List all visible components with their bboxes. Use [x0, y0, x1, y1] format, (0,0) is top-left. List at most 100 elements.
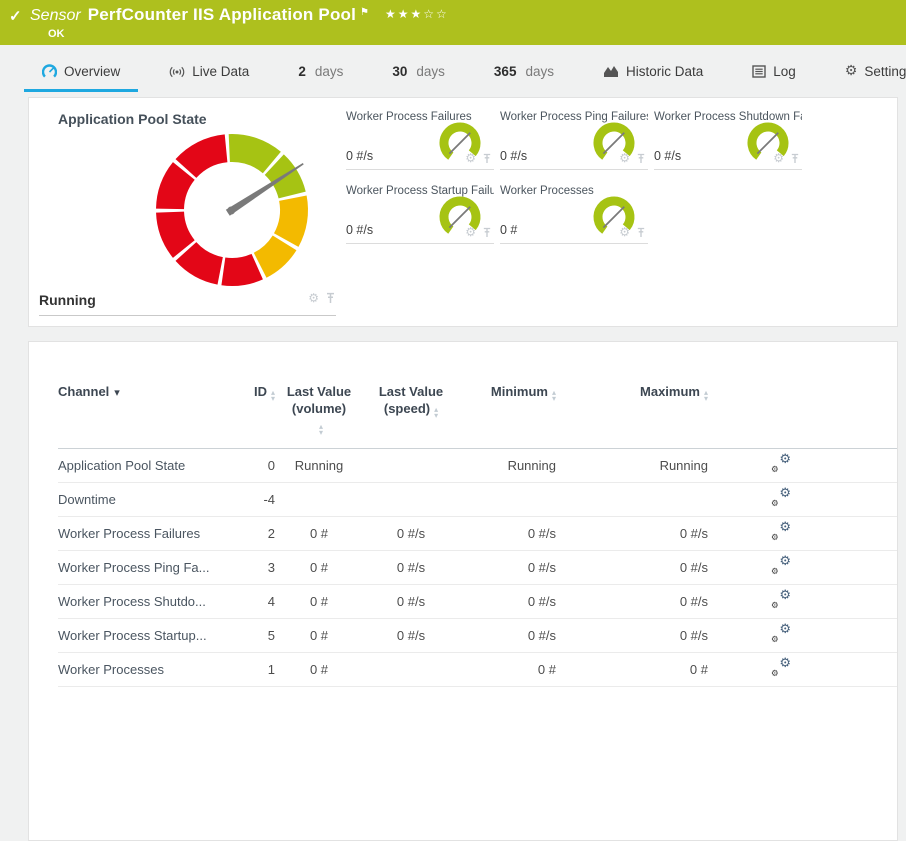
priority-flag-icon[interactable]: ⚑	[360, 7, 369, 18]
cell-channel[interactable]: Worker Process Shutdo...	[58, 594, 239, 609]
channel-last-value: 0 #	[500, 223, 517, 237]
gear-icon[interactable]: ⚙	[773, 152, 784, 164]
col-header-channel[interactable]: Channel▾	[58, 383, 239, 401]
cell-last-value-volume: 0 #	[275, 628, 363, 643]
gear-icon[interactable]: ⚙	[465, 226, 476, 238]
pin-icon[interactable]	[482, 227, 492, 238]
gear-icon[interactable]: ⚙	[308, 292, 319, 304]
gear-icon[interactable]: ⚙	[619, 152, 630, 164]
gear-icon: ⚙	[845, 64, 858, 78]
channel-gauge-tile[interactable]: Worker Process Shutdown Fa... 0 #/s ⚙	[654, 111, 802, 170]
edit-channel-settings-icon[interactable]: ⚙ ⚙	[770, 660, 791, 677]
tab-overview[interactable]: Overview	[24, 45, 138, 97]
tab-365-days[interactable]: 365 days	[476, 45, 572, 97]
sensor-title: PerfCounter IIS Application Pool	[88, 5, 356, 24]
pin-icon[interactable]	[636, 153, 646, 164]
overview-gauges-panel: Application Pool State ⚙ Running Worker …	[28, 97, 898, 327]
col-header-last-value-speed[interactable]: Last Value (speed)▴▾	[363, 383, 459, 419]
log-list-icon	[752, 65, 766, 78]
channel-gauge-tile[interactable]: Worker Process Startup Failu... 0 #/s ⚙	[346, 185, 494, 244]
channel-last-value: 0 #/s	[654, 149, 681, 163]
sensor-kind-label: Sensor	[30, 7, 81, 24]
cell-last-value-volume: Running	[275, 458, 363, 473]
edit-channel-settings-icon[interactable]: ⚙ ⚙	[770, 490, 791, 507]
edit-channel-settings-icon[interactable]: ⚙ ⚙	[770, 626, 791, 643]
application-pool-state-gauge	[152, 130, 312, 290]
channel-gauge-tiles: Worker Process Failures 0 #/s ⚙ Worker P…	[336, 98, 897, 326]
pin-icon[interactable]	[482, 153, 492, 164]
pin-icon[interactable]	[325, 292, 336, 304]
table-row[interactable]: Worker Process Failures 2 0 # 0 #/s 0 #/…	[58, 517, 897, 551]
table-row[interactable]: Application Pool State 0 Running Running…	[58, 449, 897, 483]
table-row[interactable]: Worker Processes 1 0 # 0 # 0 # ⚙ ⚙	[58, 653, 897, 687]
cell-channel[interactable]: Downtime	[58, 492, 239, 507]
col-header-id[interactable]: ID▴▾	[239, 383, 275, 402]
gauge-icon	[42, 64, 57, 79]
sort-desc-icon[interactable]: ▾	[114, 386, 120, 399]
table-body: Application Pool State 0 Running Running…	[58, 449, 897, 687]
cell-channel[interactable]: Worker Process Startup...	[58, 628, 239, 643]
col-header-maximum[interactable]: Maximum▴▾	[556, 383, 708, 402]
gear-icon[interactable]: ⚙	[465, 152, 476, 164]
live-signal-icon	[169, 64, 185, 79]
table-row[interactable]: Worker Process Ping Fa... 3 0 # 0 #/s 0 …	[58, 551, 897, 585]
cell-id: 5	[239, 628, 275, 643]
cell-id: 0	[239, 458, 275, 473]
pin-icon[interactable]	[790, 153, 800, 164]
channel-last-value: 0 #/s	[346, 149, 373, 163]
tab-30-days[interactable]: 30 days	[374, 45, 463, 97]
tab-live-data[interactable]: Live Data	[151, 45, 267, 97]
cell-maximum: 0 #/s	[556, 594, 708, 609]
cell-id: -4	[239, 492, 275, 507]
cell-id: 3	[239, 560, 275, 575]
cell-last-value-volume: 0 #	[275, 526, 363, 541]
cell-maximum: 0 #/s	[556, 628, 708, 643]
tab-log[interactable]: Log	[734, 45, 814, 97]
cell-last-value-volume: 0 #	[275, 560, 363, 575]
cell-channel[interactable]: Worker Process Failures	[58, 526, 239, 541]
channel-gauge-tile[interactable]: Worker Process Failures 0 #/s ⚙	[346, 111, 494, 170]
cell-channel[interactable]: Application Pool State	[58, 458, 239, 473]
cell-id: 4	[239, 594, 275, 609]
channel-gauge-tile[interactable]: Worker Processes 0 # ⚙	[500, 185, 648, 244]
cell-minimum: 0 #/s	[459, 526, 556, 541]
gear-icon[interactable]: ⚙	[619, 226, 630, 238]
channel-last-value: 0 #/s	[500, 149, 527, 163]
cell-last-value-speed: 0 #/s	[363, 526, 459, 541]
cell-last-value-speed: 0 #/s	[363, 560, 459, 575]
cell-maximum: 0 #/s	[556, 560, 708, 575]
cell-channel[interactable]: Worker Process Ping Fa...	[58, 560, 239, 575]
col-header-minimum[interactable]: Minimum▴▾	[459, 383, 556, 402]
table-row[interactable]: Worker Process Shutdo... 4 0 # 0 #/s 0 #…	[58, 585, 897, 619]
cell-last-value-speed: 0 #/s	[363, 628, 459, 643]
primary-channel-title: Application Pool State	[58, 111, 336, 127]
historic-chart-icon	[603, 64, 619, 78]
tab-2-days[interactable]: 2 days	[280, 45, 361, 97]
cell-id: 2	[239, 526, 275, 541]
cell-minimum: 0 #/s	[459, 628, 556, 643]
sort-toggle-icon[interactable]: ▴▾	[704, 390, 708, 402]
status-check-icon: ✓	[9, 7, 22, 25]
cell-minimum: Running	[459, 458, 556, 473]
primary-channel-value: Running	[39, 292, 96, 308]
edit-channel-settings-icon[interactable]: ⚙ ⚙	[770, 456, 791, 473]
cell-last-value-speed: 0 #/s	[363, 594, 459, 609]
tab-historic-data[interactable]: Historic Data	[585, 45, 721, 97]
edit-channel-settings-icon[interactable]: ⚙ ⚙	[770, 592, 791, 609]
edit-channel-settings-icon[interactable]: ⚙ ⚙	[770, 524, 791, 541]
priority-stars[interactable]: ★★★☆☆	[385, 7, 449, 21]
tab-settings[interactable]: ⚙ Settings	[827, 45, 906, 97]
channels-table-panel: Channel▾ ID▴▾ Last Value (volume) ▴▾ Las…	[28, 341, 898, 841]
pin-icon[interactable]	[636, 227, 646, 238]
sensor-tabbar: Overview Live Data 2 days 30 days 365 da…	[0, 45, 906, 97]
sort-toggle-icon[interactable]: ▴▾	[319, 424, 323, 436]
sensor-status-badge: OK	[48, 28, 906, 40]
cell-maximum: 0 #/s	[556, 526, 708, 541]
channel-gauge-tile[interactable]: Worker Process Ping Failures 0 #/s ⚙	[500, 111, 648, 170]
col-header-last-value-volume[interactable]: Last Value (volume) ▴▾	[275, 383, 363, 436]
table-row[interactable]: Worker Process Startup... 5 0 # 0 #/s 0 …	[58, 619, 897, 653]
cell-minimum: 0 #/s	[459, 594, 556, 609]
table-row[interactable]: Downtime -4 ⚙ ⚙	[58, 483, 897, 517]
edit-channel-settings-icon[interactable]: ⚙ ⚙	[770, 558, 791, 575]
sort-toggle-icon[interactable]: ▴▾	[434, 407, 438, 419]
